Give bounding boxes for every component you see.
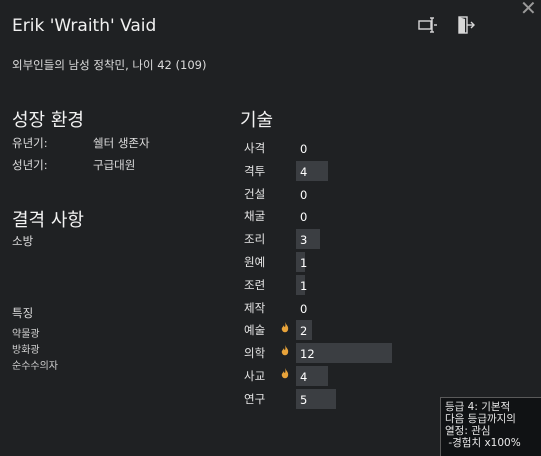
skill-row[interactable]: 예술 2	[238, 320, 498, 340]
skill-level-value: 1	[300, 279, 308, 293]
skill-name: 예술	[244, 323, 266, 337]
skills-title: 기술	[240, 110, 274, 131]
skill-level-value: 2	[300, 324, 308, 338]
skill-row[interactable]: 조련 1	[238, 275, 498, 295]
skill-name: 조련	[244, 278, 266, 292]
skill-row[interactable]: 의학 12	[238, 343, 498, 363]
trait-item[interactable]: 약물광	[12, 325, 40, 340]
skill-row[interactable]: 원예 1	[238, 252, 498, 272]
skill-row[interactable]: 사교 4	[238, 366, 498, 386]
skill-level-value: 4	[300, 165, 308, 179]
passion-flame-icon	[281, 345, 289, 359]
skill-name: 원예	[244, 255, 266, 269]
childhood-value[interactable]: 쉘터 생존자	[93, 135, 150, 151]
skill-row[interactable]: 조리 3	[238, 229, 498, 249]
skill-name: 사교	[244, 369, 266, 383]
childhood-label: 유년기:	[12, 136, 48, 150]
skill-row[interactable]: 제작 0	[238, 298, 498, 318]
skill-name: 건설	[244, 187, 266, 201]
skill-level-value: 1	[300, 256, 308, 270]
skill-name: 사격	[244, 141, 266, 155]
character-name: Erik 'Wraith' Vaid	[12, 16, 157, 36]
skill-name: 연구	[244, 392, 266, 406]
character-description: 외부인들의 남성 정착민, 나이 42 (109)	[12, 58, 207, 72]
backstory-title: 성장 환경	[12, 110, 84, 131]
rename-icon[interactable]	[418, 15, 438, 35]
skill-level-value: 12	[300, 347, 315, 361]
adulthood-value[interactable]: 구급대원	[93, 157, 135, 173]
skill-name: 제작	[244, 301, 266, 315]
skill-row[interactable]: 건설 0	[238, 184, 498, 204]
adulthood-label: 성년기:	[12, 158, 48, 172]
skill-level-value: 0	[300, 142, 308, 156]
skill-level-value: 5	[300, 393, 308, 407]
skill-name: 조리	[244, 232, 266, 246]
skill-level-value: 4	[300, 370, 308, 384]
incapable-item: 소방	[12, 234, 34, 248]
tooltip-line: 열정: 관심	[445, 425, 491, 437]
tooltip-line: 등급 4: 기본적	[445, 401, 511, 413]
exit-icon[interactable]	[456, 15, 476, 35]
skill-level-value: 0	[300, 302, 308, 316]
tooltip-line: 다음 등급까지의	[445, 413, 516, 425]
traits-title: 특징	[12, 306, 34, 320]
skill-row[interactable]: 격투 4	[238, 161, 498, 181]
skill-row[interactable]: 사격 0	[238, 138, 498, 158]
skill-level-value: 0	[300, 188, 308, 202]
trait-item[interactable]: 방화광	[12, 341, 40, 356]
tooltip-line: -경험치 x100%	[445, 437, 521, 449]
skill-name: 채굴	[244, 209, 266, 223]
skill-level-value: 0	[300, 210, 308, 224]
skill-row[interactable]: 채굴 0	[238, 206, 498, 226]
incapable-title: 결격 사항	[12, 210, 84, 231]
close-icon[interactable]: ✕	[520, 0, 537, 18]
skill-level-value: 3	[300, 233, 308, 247]
trait-item[interactable]: 순수수의자	[12, 357, 58, 372]
skill-name: 의학	[244, 346, 266, 360]
passion-flame-icon	[281, 322, 289, 336]
skill-name: 격투	[244, 164, 266, 178]
passion-flame-icon	[281, 368, 289, 382]
skill-tooltip: 등급 4: 기본적 다음 등급까지의 열정: 관심 -경험치 x100%	[440, 397, 541, 456]
